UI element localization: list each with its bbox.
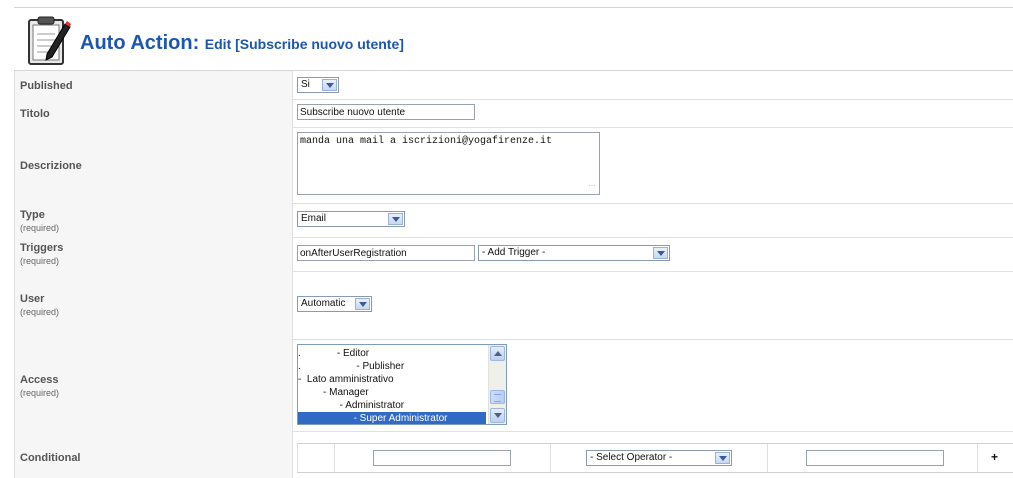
operator-select[interactable]: - Select Operator - <box>586 450 732 466</box>
label-cell-type: Type (required) <box>14 203 293 237</box>
clipboard-pen-icon <box>28 16 71 65</box>
required-access: (required) <box>20 388 60 398</box>
required-user: (required) <box>20 307 60 317</box>
chevron-down-icon <box>322 79 337 91</box>
label-descrizione: Descrizione <box>20 160 82 172</box>
titolo-input[interactable] <box>297 104 475 120</box>
user-select-value: Automatic <box>301 298 346 309</box>
label-cell-descrizione: Descrizione <box>14 127 293 203</box>
row-type: Type (required) <box>14 203 1013 238</box>
type-select-value: Email <box>301 213 327 224</box>
chevron-down-icon <box>355 298 370 310</box>
auto-action-form: Published Titolo Descrizione Type (requi… <box>14 70 1013 478</box>
page-header: Auto Action: Edit [Subscribe nuovo utent… <box>0 0 1013 70</box>
page-title-sub: Edit [Subscribe nuovo utente] <box>204 36 404 52</box>
access-scrollbar[interactable] <box>488 345 506 424</box>
scroll-down-icon[interactable] <box>490 408 505 423</box>
access-listbox[interactable]: . - Editor . - Publisher - Lato amminist… <box>297 344 507 425</box>
row-titolo: Titolo <box>14 99 1013 128</box>
trigger-input[interactable] <box>297 245 475 261</box>
access-option[interactable]: - Lato amministrativo <box>298 373 486 386</box>
descrizione-text: manda una mail a iscrizioni@yogafirenze.… <box>300 136 553 147</box>
label-triggers: Triggers <box>20 242 64 254</box>
resize-grip-icon[interactable]: ⋯ <box>588 183 596 191</box>
condition-value-input[interactable] <box>806 450 944 466</box>
chevron-down-icon <box>388 213 403 225</box>
label-access: Access <box>20 374 59 386</box>
required-triggers: (required) <box>20 256 60 266</box>
chevron-down-icon <box>653 247 668 259</box>
label-cell-access: Access (required) <box>14 339 293 431</box>
access-option[interactable]: . - Editor <box>298 347 486 360</box>
page-title: Auto Action: Edit [Subscribe nuovo utent… <box>80 32 404 55</box>
published-select-value: Si <box>301 79 310 90</box>
label-cell-titolo: Titolo <box>14 99 293 127</box>
access-option[interactable]: . - Publisher <box>298 360 486 373</box>
access-option[interactable]: - Administrator <box>298 399 486 412</box>
published-select[interactable]: Si <box>297 77 339 93</box>
access-option[interactable]: - Manager <box>298 386 486 399</box>
operator-select-value: - Select Operator - <box>590 452 673 463</box>
row-access: Access (required) <box>14 339 1013 432</box>
label-cell-conditional: Conditional <box>14 431 293 478</box>
row-published: Published <box>14 71 1013 100</box>
header-divider <box>14 7 1013 8</box>
required-type: (required) <box>20 223 60 233</box>
user-select[interactable]: Automatic <box>297 296 372 312</box>
descrizione-textarea[interactable]: manda una mail a iscrizioni@yogafirenze.… <box>297 132 600 195</box>
label-type: Type <box>20 209 45 221</box>
label-cell-user: User (required) <box>14 271 293 339</box>
add-trigger-select[interactable]: - Add Trigger - <box>478 245 670 261</box>
label-published: Published <box>20 80 73 92</box>
page-title-main: Auto Action: <box>80 32 200 54</box>
scroll-thumb[interactable] <box>490 390 505 404</box>
chevron-down-icon <box>715 452 730 464</box>
label-user: User <box>20 293 45 305</box>
type-select[interactable]: Email <box>297 211 405 227</box>
add-condition-button[interactable]: + <box>991 450 998 464</box>
add-trigger-value: - Add Trigger - <box>482 247 546 258</box>
access-option-selected[interactable]: - Super Administrator <box>298 412 486 424</box>
scroll-up-icon[interactable] <box>490 346 505 361</box>
conditional-cell <box>297 444 334 472</box>
label-cell-triggers: Triggers (required) <box>14 237 293 271</box>
condition-field-input[interactable] <box>373 450 511 466</box>
label-cell-published: Published <box>14 71 293 99</box>
label-conditional: Conditional <box>20 452 81 464</box>
label-titolo: Titolo <box>20 108 50 120</box>
row-user: User (required) <box>14 271 1013 340</box>
